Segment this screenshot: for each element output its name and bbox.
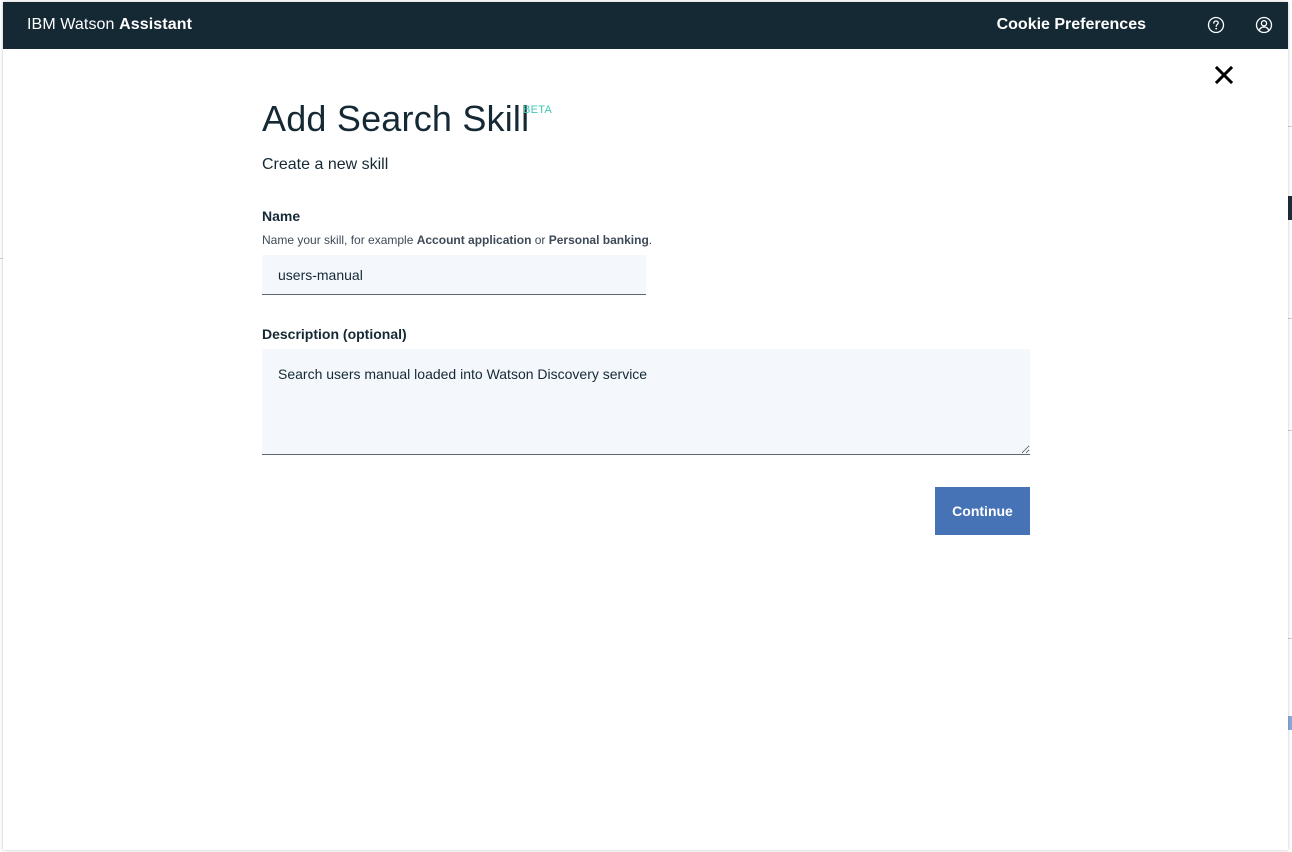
continue-button[interactable]: Continue [935,487,1030,535]
cookie-preferences-link[interactable]: Cookie Preferences [997,16,1146,34]
help-icon[interactable] [1207,16,1225,34]
add-search-skill-window: IBM Watson Assistant Cookie Preferences … [3,2,1288,850]
name-label: Name [262,208,301,224]
top-header-bar: IBM Watson Assistant Cookie Preferences [3,2,1288,49]
description-field-group: Description (optional) Search users manu… [262,326,1032,455]
brand-name: IBM Watson [27,16,120,33]
name-field-group: Name Name your skill, for example Accoun… [262,208,1032,295]
helper-suffix: . [648,233,653,247]
app-brand: IBM Watson Assistant [27,16,192,34]
title-row: Add Search Skill BETA [262,98,1032,146]
description-label: Description (optional) [262,326,407,342]
page-subtitle: Create a new skill [262,156,389,173]
page-title: Add Search Skill [262,98,530,139]
name-input[interactable] [262,255,646,295]
helper-mid: or [531,233,549,247]
close-icon[interactable] [1213,64,1235,86]
helper-example-personal: Personal banking [548,233,649,247]
skill-form: Add Search Skill BETA Create a new skill… [262,98,1032,535]
helper-prefix: Name your skill, for example [262,233,417,247]
beta-badge: BETA [523,104,553,116]
helper-example-account: Account application [416,233,532,247]
name-helper-text: Name your skill, for example Account app… [262,233,1032,247]
description-textarea[interactable]: Search users manual loaded into Watson D… [262,349,1030,455]
user-icon[interactable] [1255,16,1273,34]
brand-product: Assistant [119,16,193,33]
